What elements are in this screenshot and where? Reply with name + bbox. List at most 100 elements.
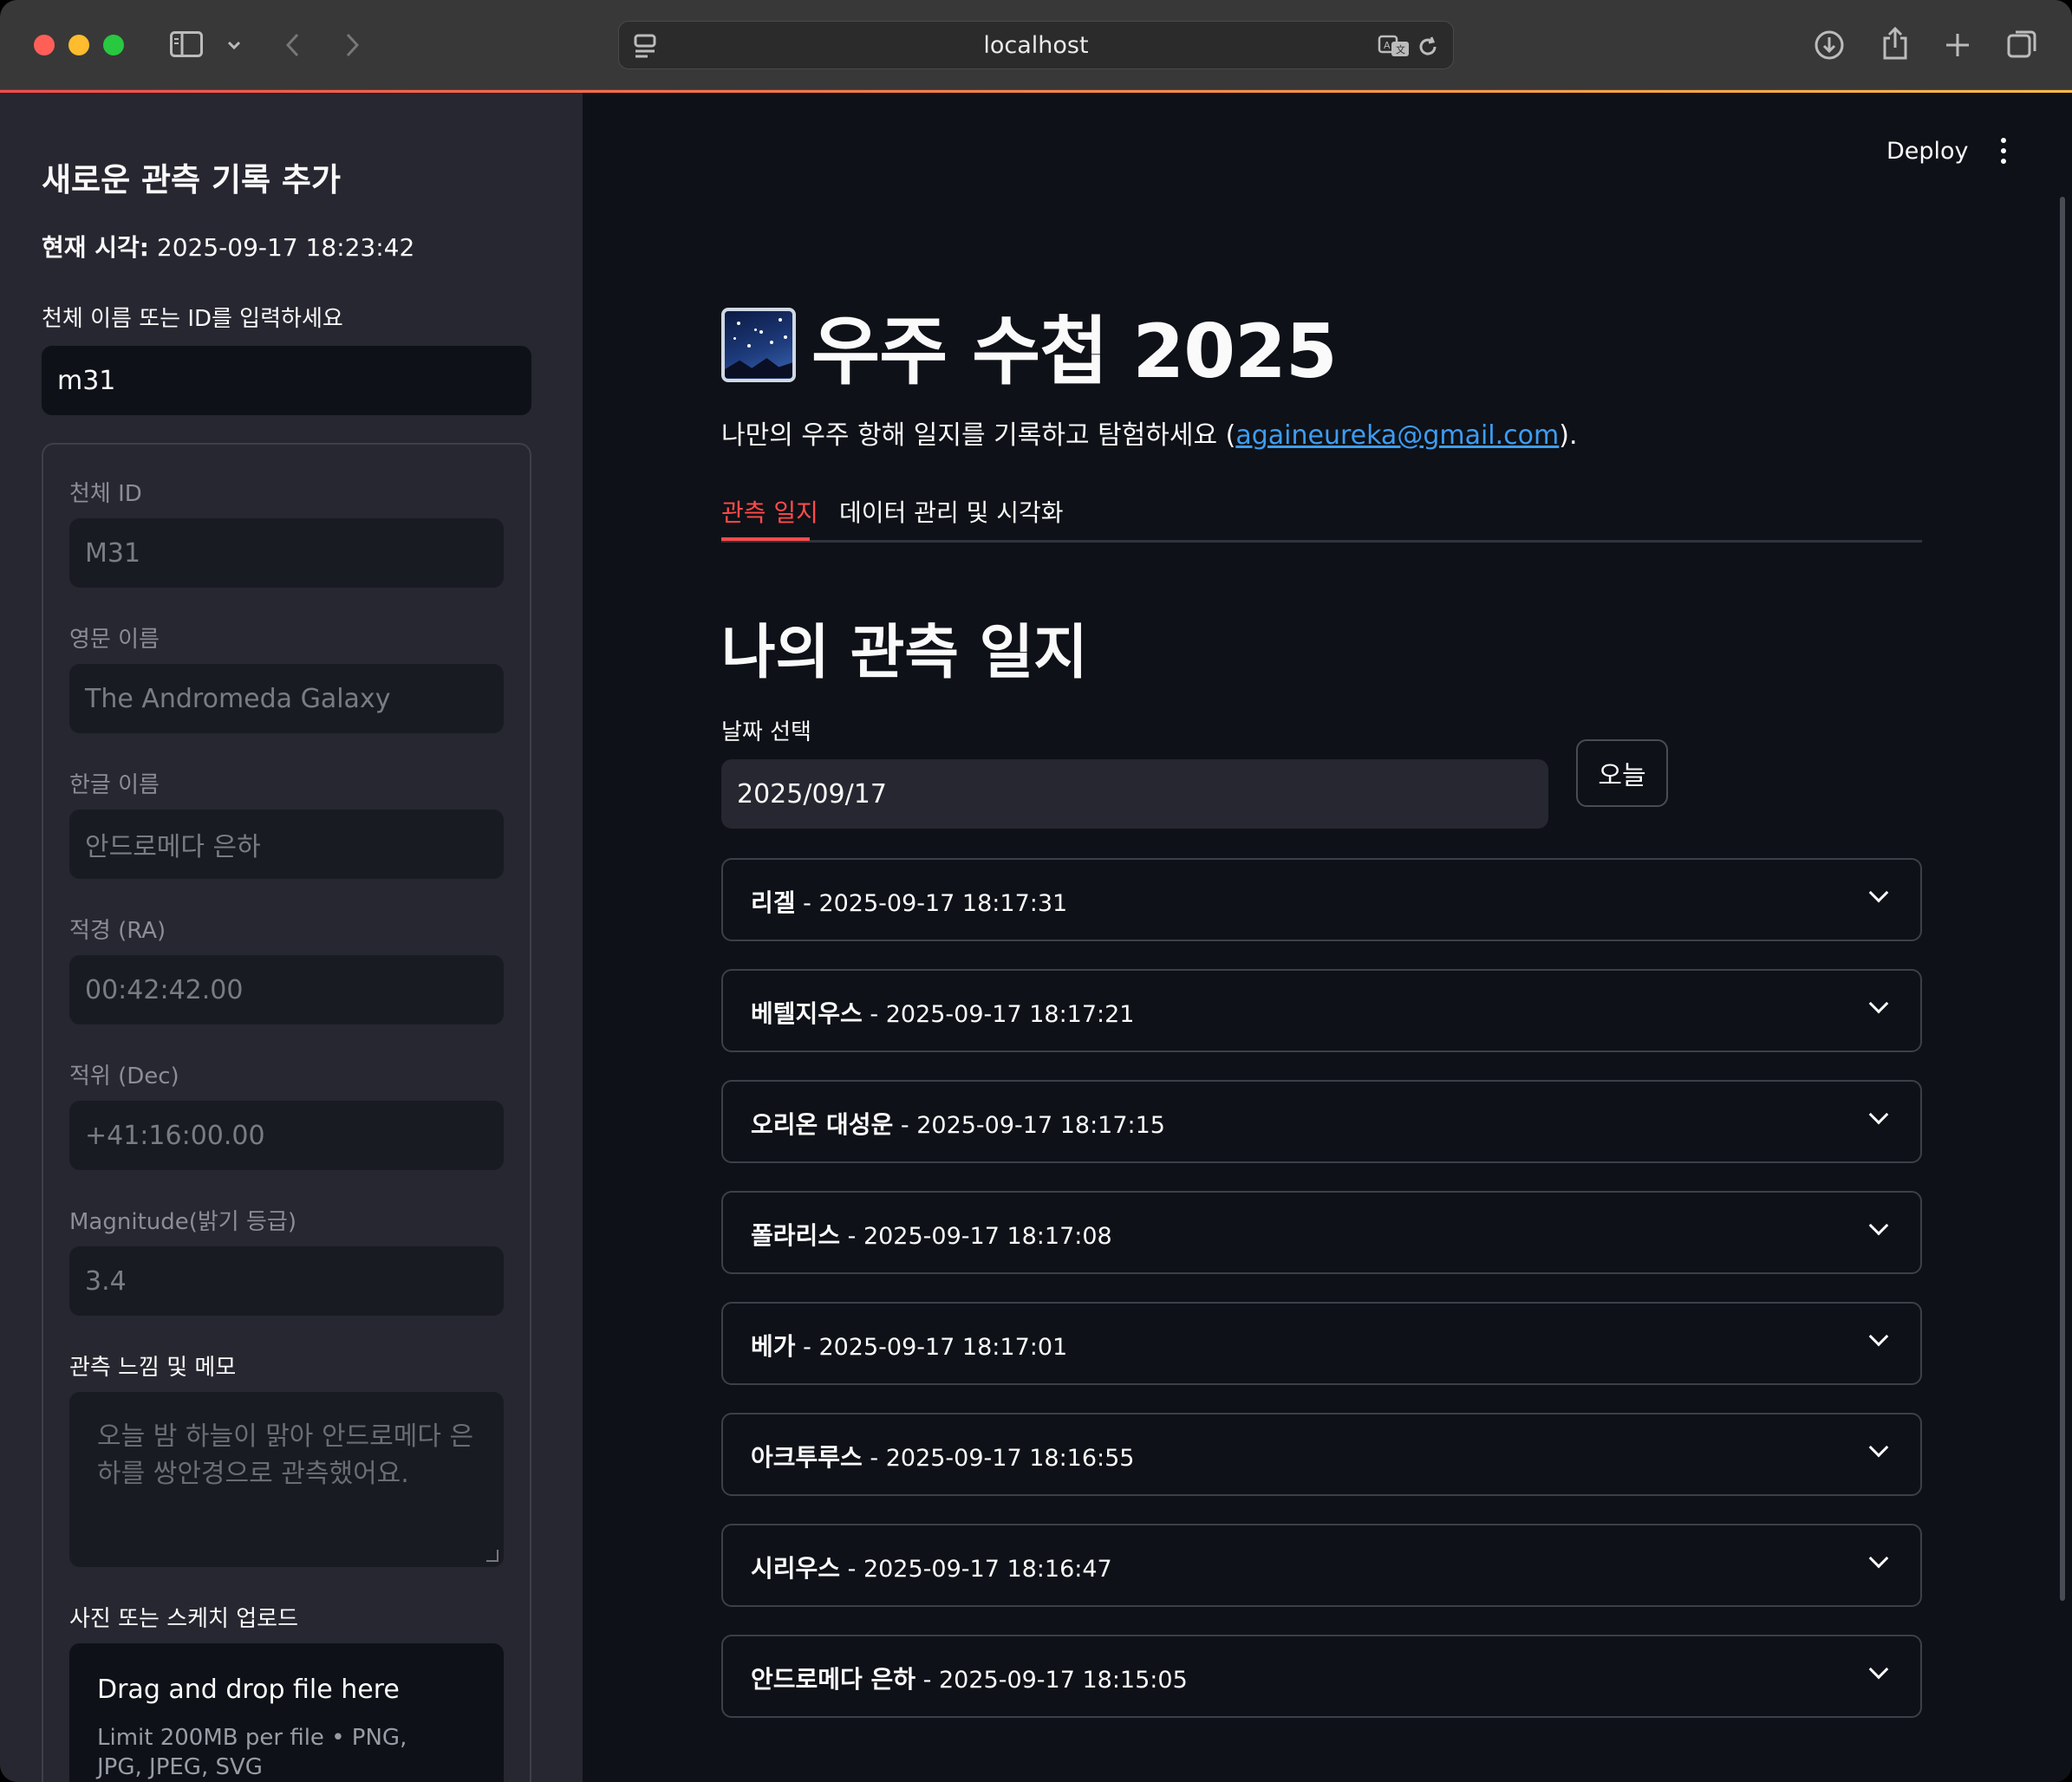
object-search-input[interactable]: m31 (42, 346, 531, 415)
observation-entry[interactable]: 안드로메다 은하 - 2025-09-17 18:15:05 (721, 1635, 1922, 1718)
entry-timestamp: - 2025-09-17 18:15:05 (915, 1667, 1188, 1694)
svg-text:文: 文 (1396, 43, 1405, 55)
tab-bar: 관측 일지 데이터 관리 및 시각화 (721, 487, 1922, 543)
entry-object-name: 아크투루스 (751, 1443, 863, 1472)
entry-title: 시리우스 - 2025-09-17 18:16:47 (751, 1550, 1112, 1584)
chevron-down-icon[interactable] (1868, 1548, 1889, 1569)
page-title: 우주 수첩 2025 (811, 309, 1338, 395)
email-link[interactable]: againeureka@gmail.com (1235, 420, 1559, 451)
dropzone-limit: Limit 200MB per file • PNG, JPG, JPEG, S… (97, 1725, 407, 1780)
memo-label: 관측 느낌 및 메모 (69, 1355, 237, 1381)
close-window-button[interactable] (34, 35, 55, 55)
new-tab-icon[interactable] (1940, 28, 1975, 62)
observation-entry[interactable]: 시리우스 - 2025-09-17 18:16:47 (721, 1524, 1922, 1607)
sidebar-toggle-icon[interactable] (168, 28, 205, 61)
entry-title: 안드로메다 은하 - 2025-09-17 18:15:05 (751, 1661, 1188, 1695)
chevron-down-icon[interactable] (1868, 1215, 1889, 1236)
english-name-field: The Andromeda Galaxy (69, 664, 504, 733)
share-icon[interactable] (1878, 24, 1912, 62)
deploy-button[interactable]: Deploy (1886, 138, 1969, 165)
dropzone-title: Drag and drop file here (97, 1675, 400, 1705)
entry-title: 오리온 대성운 - 2025-09-17 18:17:15 (751, 1106, 1165, 1141)
object-search-label: 천체 이름 또는 ID를 입력하세요 (42, 306, 343, 332)
active-tab-indicator (721, 537, 810, 541)
url-text: localhost (983, 32, 1089, 59)
upload-label: 사진 또는 스케치 업로드 (69, 1606, 298, 1632)
tab-overview-icon[interactable] (2004, 26, 2041, 62)
magnitude-field: 3.4 (69, 1246, 504, 1316)
resize-handle[interactable] (486, 1550, 498, 1562)
back-icon[interactable] (279, 29, 305, 61)
sidebar: 새로운 관측 기록 추가 현재 시각: 2025-09-17 18:23:42 … (0, 93, 583, 1782)
translate-icon[interactable]: A文 (1377, 32, 1411, 60)
ra-label: 적경 (RA) (69, 918, 166, 944)
entry-timestamp: - 2025-09-17 18:17:08 (840, 1223, 1112, 1250)
tab-data-management[interactable]: 데이터 관리 및 시각화 (839, 494, 1064, 529)
download-icon[interactable] (1812, 28, 1847, 62)
subtitle-text: 나만의 우주 항해 일지를 기록하고 탐험하세요 ( (721, 420, 1236, 451)
entry-object-name: 베텔지우스 (751, 999, 863, 1028)
entry-object-name: 리겔 (751, 888, 796, 917)
observation-entry[interactable]: 아크투루스 - 2025-09-17 18:16:55 (721, 1413, 1922, 1496)
entry-object-name: 폴라리스 (751, 1221, 841, 1250)
chevron-down-icon[interactable] (1868, 1437, 1889, 1458)
entry-title: 베텔지우스 - 2025-09-17 18:17:21 (751, 995, 1134, 1030)
scrollbar[interactable] (2060, 197, 2065, 1601)
english-name-label: 영문 이름 (69, 627, 160, 653)
milky-way-icon (721, 307, 796, 382)
entry-timestamp: - 2025-09-17 18:17:31 (795, 890, 1068, 917)
main-content: Deploy 우주 수첩 2025 나만의 우주 항해 일지를 기록하고 탐험하… (583, 93, 2072, 1782)
entry-title: 폴라리스 - 2025-09-17 18:17:08 (751, 1217, 1112, 1252)
entry-object-name: 시리우스 (751, 1554, 841, 1583)
object-id-field: M31 (69, 518, 504, 588)
minimize-window-button[interactable] (68, 35, 89, 55)
chevron-down-icon[interactable] (1868, 1659, 1889, 1680)
date-picker-label: 날짜 선택 (721, 719, 811, 745)
korean-name-label: 한글 이름 (69, 772, 160, 798)
subtitle-suffix: ). (1559, 420, 1578, 451)
chevron-down-icon[interactable] (224, 35, 244, 55)
chevron-down-icon[interactable] (1868, 1326, 1889, 1347)
entry-title: 베가 - 2025-09-17 18:17:01 (751, 1328, 1067, 1363)
entry-timestamp: - 2025-09-17 18:17:21 (862, 1001, 1135, 1028)
svg-text:A: A (1384, 40, 1391, 51)
browser-toolbar: localhost A文 (0, 0, 2072, 91)
entry-timestamp: - 2025-09-17 18:16:47 (840, 1556, 1112, 1583)
current-time-label: 현재 시각: (42, 233, 149, 262)
file-dropzone[interactable]: Drag and drop file here Limit 200MB per … (69, 1643, 504, 1782)
today-button[interactable]: 오늘 (1576, 739, 1668, 807)
observation-entry[interactable]: 리겔 - 2025-09-17 18:17:31 (721, 858, 1922, 941)
chevron-down-icon[interactable] (1868, 993, 1889, 1014)
sidebar-title: 새로운 관측 기록 추가 (42, 161, 342, 198)
chevron-down-icon[interactable] (1868, 1104, 1889, 1125)
entry-object-name: 베가 (751, 1332, 796, 1361)
page-subtitle: 나만의 우주 항해 일지를 기록하고 탐험하세요 (againeureka@gm… (721, 413, 1578, 452)
chevron-down-icon[interactable] (1868, 882, 1889, 903)
dec-label: 적위 (Dec) (69, 1063, 179, 1089)
memo-textarea[interactable]: 오늘 밤 하늘이 맑아 안드로메다 은하를 쌍안경으로 관측했어요. (69, 1392, 504, 1567)
page-header: 우주 수첩 2025 (721, 290, 1338, 399)
observation-entry[interactable]: 베가 - 2025-09-17 18:17:01 (721, 1302, 1922, 1385)
section-title: 나의 관측 일지 (721, 619, 1088, 687)
observation-entry[interactable]: 폴라리스 - 2025-09-17 18:17:08 (721, 1191, 1922, 1274)
observation-entry[interactable]: 오리온 대성운 - 2025-09-17 18:17:15 (721, 1080, 1922, 1163)
korean-name-field: 안드로메다 은하 (69, 810, 504, 879)
entry-object-name: 오리온 대성운 (751, 1110, 894, 1139)
more-menu-icon[interactable] (2001, 138, 2008, 164)
entry-title: 리겔 - 2025-09-17 18:17:31 (751, 884, 1067, 919)
entry-title: 아크투루스 - 2025-09-17 18:16:55 (751, 1439, 1134, 1473)
ra-field: 00:42:42.00 (69, 955, 504, 1024)
entry-timestamp: - 2025-09-17 18:17:01 (795, 1334, 1068, 1361)
reload-icon[interactable] (1415, 34, 1441, 60)
entry-timestamp: - 2025-09-17 18:17:15 (893, 1112, 1165, 1139)
date-picker-input[interactable]: 2025/09/17 (721, 759, 1548, 829)
memo-placeholder: 오늘 밤 하늘이 맑아 안드로메다 은하를 쌍안경으로 관측했어요. (97, 1421, 474, 1489)
observation-entry[interactable]: 베텔지우스 - 2025-09-17 18:17:21 (721, 969, 1922, 1052)
dec-field: +41:16:00.00 (69, 1101, 504, 1170)
maximize-window-button[interactable] (103, 35, 124, 55)
tab-observation-log[interactable]: 관측 일지 (721, 494, 818, 529)
entry-timestamp: - 2025-09-17 18:16:55 (862, 1445, 1135, 1472)
address-bar[interactable]: localhost A文 (618, 21, 1454, 69)
forward-icon[interactable] (340, 29, 366, 61)
browser-window: localhost A文 새로운 관측 기록 추가 현재 시각: 2025-09… (0, 0, 2072, 1782)
